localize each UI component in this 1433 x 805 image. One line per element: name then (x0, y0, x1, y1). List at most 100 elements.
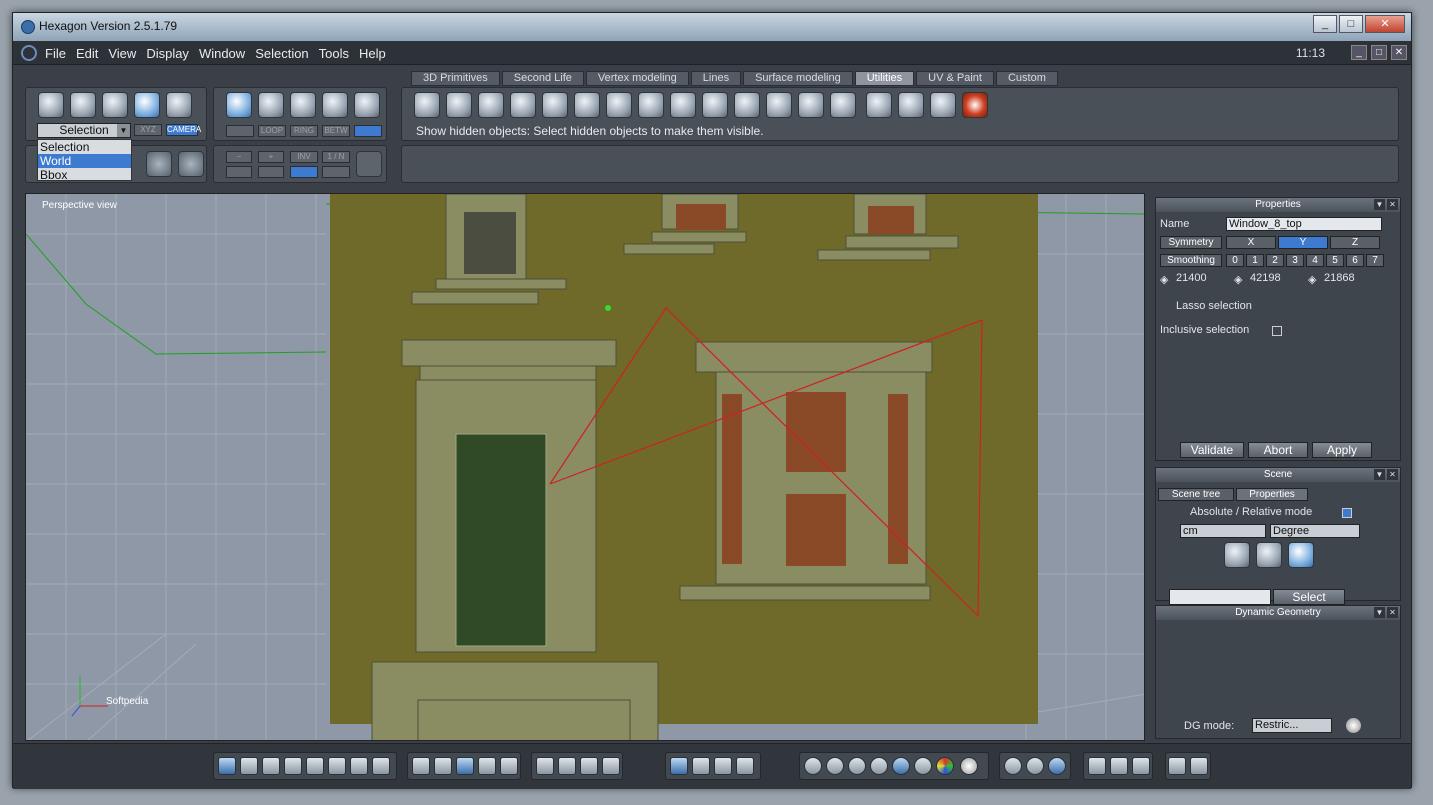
menu-edit[interactable]: Edit (76, 46, 98, 61)
knot-tool-icon[interactable] (414, 92, 440, 118)
expand-icon[interactable] (322, 166, 350, 178)
wireframe-sphere-icon[interactable] (146, 151, 172, 177)
sheet-object-icon[interactable] (1132, 757, 1150, 775)
cube-split-icon[interactable] (478, 92, 504, 118)
layout-split-h-icon[interactable] (350, 757, 368, 775)
chevron-down-icon[interactable]: ▼ (117, 124, 130, 137)
select-arrow-icon[interactable] (38, 92, 64, 118)
apply-button[interactable]: Apply (1312, 442, 1372, 458)
pan-icon[interactable] (558, 757, 576, 775)
menu-file[interactable]: File (45, 46, 66, 61)
move-manip-icon[interactable] (692, 757, 710, 775)
arrow-tool-icon[interactable] (830, 92, 856, 118)
flat-shade-icon[interactable] (848, 757, 866, 775)
smooth-3[interactable]: 3 (1286, 254, 1304, 267)
smooth-shade-icon[interactable] (892, 757, 910, 775)
plus-button[interactable]: + (258, 151, 284, 163)
menu-view[interactable]: View (108, 46, 136, 61)
tab-second-life[interactable]: Second Life (501, 71, 584, 86)
menu-selection[interactable]: Selection (255, 46, 308, 61)
zoom-icon[interactable] (580, 757, 598, 775)
symmetry-button[interactable]: Symmetry (1160, 236, 1222, 249)
smoothing-button[interactable]: Smoothing (1160, 254, 1222, 267)
grow-icon[interactable] (226, 166, 252, 178)
paint-icon[interactable] (434, 757, 452, 775)
smooth-5[interactable]: 5 (1326, 254, 1344, 267)
cylinder-tool-icon[interactable] (898, 92, 924, 118)
menu-tools[interactable]: Tools (319, 46, 349, 61)
hide-object-icon[interactable] (1088, 757, 1106, 775)
smooth-1[interactable]: 1 (1246, 254, 1264, 267)
tab-uv-paint[interactable]: UV & Paint (916, 71, 994, 86)
color-sphere-icon[interactable] (936, 757, 954, 775)
lasso-select-icon[interactable] (70, 92, 96, 118)
grid-toggle-icon[interactable] (412, 757, 430, 775)
select-search-input[interactable] (1169, 589, 1271, 605)
layout-three-left-icon[interactable] (306, 757, 324, 775)
tab-scene-properties[interactable]: Properties (1236, 488, 1308, 501)
menu-window[interactable]: Window (199, 46, 245, 61)
drop-icon[interactable] (736, 757, 754, 775)
sym-y-button[interactable]: Y (1278, 236, 1328, 249)
smooth-0[interactable]: 0 (1226, 254, 1244, 267)
white-sphere-icon[interactable] (960, 757, 978, 775)
option-bbox[interactable]: Bbox (38, 168, 131, 182)
dg-mode-select[interactable]: Restric... (1252, 718, 1332, 733)
close-button[interactable]: ✕ (1365, 15, 1405, 33)
brush-icon[interactable] (356, 151, 382, 177)
softpedia-icon[interactable] (962, 92, 988, 118)
doc-maximize-button[interactable]: □ (1371, 45, 1387, 60)
snap-icon[interactable] (1256, 542, 1282, 568)
chain-unlink-icon[interactable] (702, 92, 728, 118)
validate-button[interactable]: Validate (1180, 442, 1244, 458)
ghost-select-icon[interactable] (166, 92, 192, 118)
frame-icon[interactable] (536, 757, 554, 775)
frame-select-icon[interactable] (354, 125, 382, 137)
option-world[interactable]: World (38, 154, 131, 168)
sphere-select-icon[interactable] (134, 92, 160, 118)
inclusive-checkbox[interactable] (1272, 326, 1282, 336)
close-icon[interactable]: ✕ (1387, 607, 1398, 618)
sym-z-button[interactable]: Z (1330, 236, 1380, 249)
option-selection[interactable]: Selection (38, 140, 131, 154)
layout-three-icon[interactable] (262, 757, 280, 775)
camera-button[interactable]: CAMERA (166, 124, 201, 136)
universal-manip-icon[interactable] (670, 757, 688, 775)
polygon-tool-icon[interactable] (866, 92, 892, 118)
cube-group-icon[interactable] (446, 92, 472, 118)
tab-scene-tree[interactable]: Scene tree (1158, 488, 1234, 501)
eye-icon[interactable] (602, 757, 620, 775)
pyramid-icon[interactable] (606, 92, 632, 118)
tab-custom[interactable]: Custom (995, 71, 1058, 86)
tab-3d-primitives[interactable]: 3D Primitives (411, 71, 500, 86)
wireframe-cube-icon[interactable] (178, 151, 204, 177)
perspective-viewport[interactable]: Perspective view Softpedia (25, 193, 1145, 741)
shadow-icon[interactable] (1026, 757, 1044, 775)
smooth-wire-icon[interactable] (870, 757, 888, 775)
sun-icon[interactable] (1168, 757, 1186, 775)
xyz-button[interactable]: XYZ (134, 124, 162, 136)
shade-wire-icon[interactable] (914, 757, 932, 775)
vertex-mode-icon[interactable] (322, 92, 348, 118)
ring-button[interactable]: RING (290, 125, 318, 137)
mesh-tool-icon[interactable] (930, 92, 956, 118)
layout-three-right-icon[interactable] (328, 757, 346, 775)
minimize-button[interactable]: _ (1313, 15, 1337, 33)
dg-indicator-icon[interactable] (1346, 718, 1361, 733)
maximize-button[interactable]: □ (1339, 15, 1363, 33)
close-icon[interactable]: ✕ (1387, 469, 1398, 480)
light-icon[interactable] (1004, 757, 1022, 775)
abort-button[interactable]: Abort (1248, 442, 1308, 458)
texture-icon[interactable] (478, 757, 496, 775)
paint-select-icon[interactable] (102, 92, 128, 118)
face-mode-icon[interactable] (258, 92, 284, 118)
angle-select[interactable]: Degree (1270, 524, 1360, 538)
smooth-4[interactable]: 4 (1306, 254, 1324, 267)
invert-button[interactable]: INV (290, 151, 318, 163)
menu-display[interactable]: Display (146, 46, 189, 61)
tab-surface-modeling[interactable]: Surface modeling (743, 71, 853, 86)
minus-button[interactable]: − (226, 151, 252, 163)
shrink-icon[interactable] (258, 166, 284, 178)
select-button[interactable]: Select (1273, 589, 1345, 605)
sym-x-button[interactable]: X (1226, 236, 1276, 249)
